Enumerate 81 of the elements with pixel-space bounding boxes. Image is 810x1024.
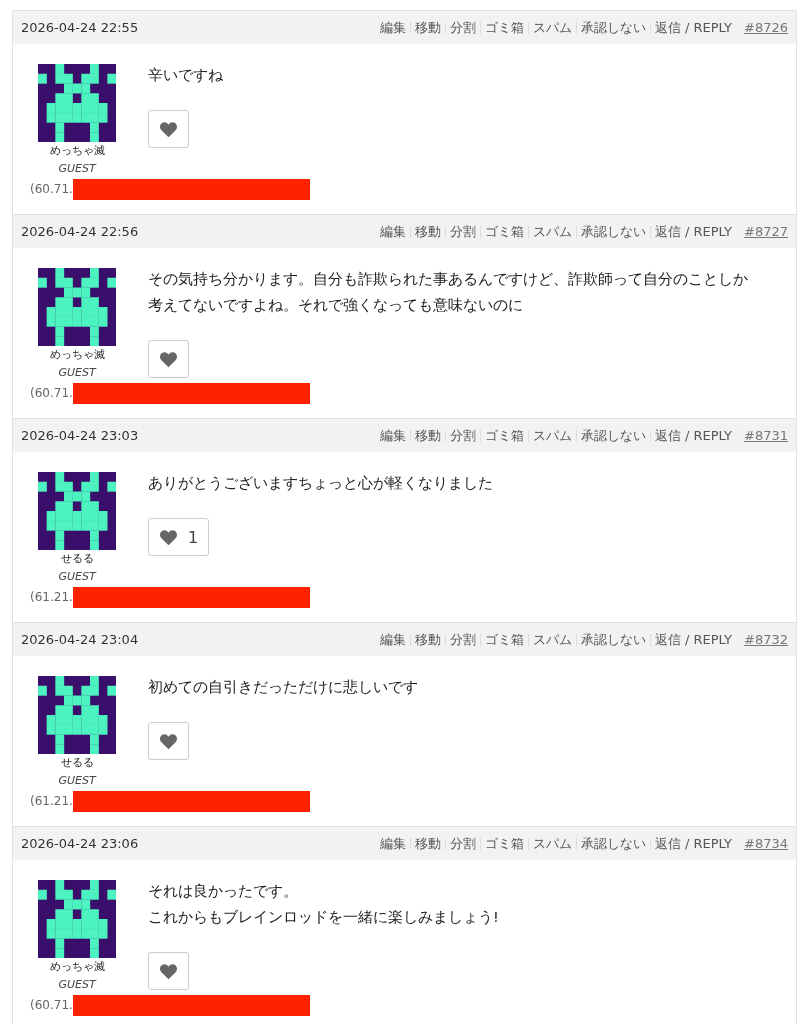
heart-icon (159, 528, 178, 546)
comment-number-link[interactable]: #8726 (744, 20, 788, 35)
like-button[interactable] (148, 110, 189, 148)
author-role: GUEST (58, 365, 96, 381)
comment-date: 2026-04-24 23:06 (21, 836, 140, 851)
action-link[interactable]: 承認しない (576, 18, 650, 37)
action-link[interactable]: 返信 / REPLY (650, 426, 736, 445)
comment-number-link[interactable]: #8732 (744, 632, 788, 647)
action-link[interactable]: スパム (528, 630, 576, 649)
author-name: めっちゃ滅 (49, 143, 105, 159)
heart-icon (159, 962, 178, 980)
like-button[interactable] (148, 722, 189, 760)
comment-text: 辛いですね (148, 66, 224, 85)
author-name: めっちゃ滅 (49, 347, 105, 363)
action-link[interactable]: 移動 (410, 834, 445, 853)
action-link[interactable]: 承認しない (576, 426, 650, 445)
author-role: GUEST (58, 161, 96, 177)
avatar-icon (38, 880, 116, 958)
action-link[interactable]: 返信 / REPLY (650, 834, 736, 853)
comment-date: 2026-04-24 22:55 (21, 20, 140, 35)
ip-address: (60.71. (30, 182, 73, 196)
heart-icon (159, 120, 178, 138)
action-link[interactable]: 返信 / REPLY (650, 630, 736, 649)
action-link[interactable]: 分割 (445, 426, 480, 445)
comment-number-link[interactable]: #8731 (744, 428, 788, 443)
ip-address: (61.21. (30, 794, 73, 808)
comment-date: 2026-04-24 22:56 (21, 224, 140, 239)
ip-address: (61.21. (30, 590, 73, 604)
comment-text: 初めての自引きだっただけに悲しいです (148, 678, 419, 697)
action-link[interactable]: ゴミ箱 (480, 630, 528, 649)
action-link[interactable]: 承認しない (576, 630, 650, 649)
action-link[interactable]: 移動 (410, 222, 445, 241)
action-link[interactable]: 編集 (375, 18, 410, 37)
comment-text: それは良かったです。 (148, 882, 299, 901)
action-link[interactable]: ゴミ箱 (480, 426, 528, 445)
heart-icon (159, 350, 178, 368)
author-name: めっちゃ滅 (49, 959, 105, 975)
author-role: GUEST (58, 773, 96, 789)
heart-icon (159, 732, 178, 750)
comment-text: これからもブレインロッドを一緒に楽しみましょう! (148, 908, 500, 927)
avatar-icon (38, 64, 116, 142)
ip-address: (60.71. (30, 998, 73, 1012)
like-button[interactable]: 1 (148, 518, 210, 556)
author-role: GUEST (58, 977, 96, 993)
action-link[interactable]: 編集 (375, 426, 410, 445)
comment-date: 2026-04-24 23:04 (21, 632, 140, 647)
action-link[interactable]: スパム (528, 834, 576, 853)
comment-text: ありがとうございますちょっと心が軽くなりました (148, 474, 494, 493)
author-name: せるる (60, 755, 94, 771)
avatar-icon (38, 676, 116, 754)
action-link[interactable]: 編集 (375, 630, 410, 649)
comment-number-link[interactable]: #8734 (744, 836, 788, 851)
action-link[interactable]: 返信 / REPLY (650, 18, 736, 37)
action-link[interactable]: ゴミ箱 (480, 222, 528, 241)
like-button[interactable] (148, 952, 189, 990)
comment-number-link[interactable]: #8727 (744, 224, 788, 239)
like-button[interactable] (148, 340, 189, 378)
comment-date: 2026-04-24 23:03 (21, 428, 140, 443)
action-link[interactable]: 編集 (375, 222, 410, 241)
action-link[interactable]: 移動 (410, 426, 445, 445)
avatar-icon (38, 268, 116, 346)
ip-address: (60.71. (30, 386, 73, 400)
action-link[interactable]: 分割 (445, 834, 480, 853)
action-link[interactable]: スパム (528, 18, 576, 37)
avatar-icon (38, 472, 116, 550)
comment-text: その気持ち分かります。自分も詐欺られた事あるんですけど、詐欺師って自分のことしか考えてないですよね。それで強くなっても意味ないのに (148, 270, 749, 315)
action-link[interactable]: 分割 (445, 18, 480, 37)
action-link[interactable]: 承認しない (576, 222, 650, 241)
action-link[interactable]: 返信 / REPLY (650, 222, 736, 241)
action-link[interactable]: ゴミ箱 (480, 18, 528, 37)
action-link[interactable]: 編集 (375, 834, 410, 853)
action-link[interactable]: スパム (528, 222, 576, 241)
action-link[interactable]: 移動 (410, 18, 445, 37)
action-link[interactable]: ゴミ箱 (480, 834, 528, 853)
author-role: GUEST (58, 569, 96, 585)
action-link[interactable]: 分割 (445, 630, 480, 649)
action-link[interactable]: スパム (528, 426, 576, 445)
action-link[interactable]: 移動 (410, 630, 445, 649)
action-link[interactable]: 分割 (445, 222, 480, 241)
author-name: せるる (60, 551, 94, 567)
action-link[interactable]: 承認しない (576, 834, 650, 853)
